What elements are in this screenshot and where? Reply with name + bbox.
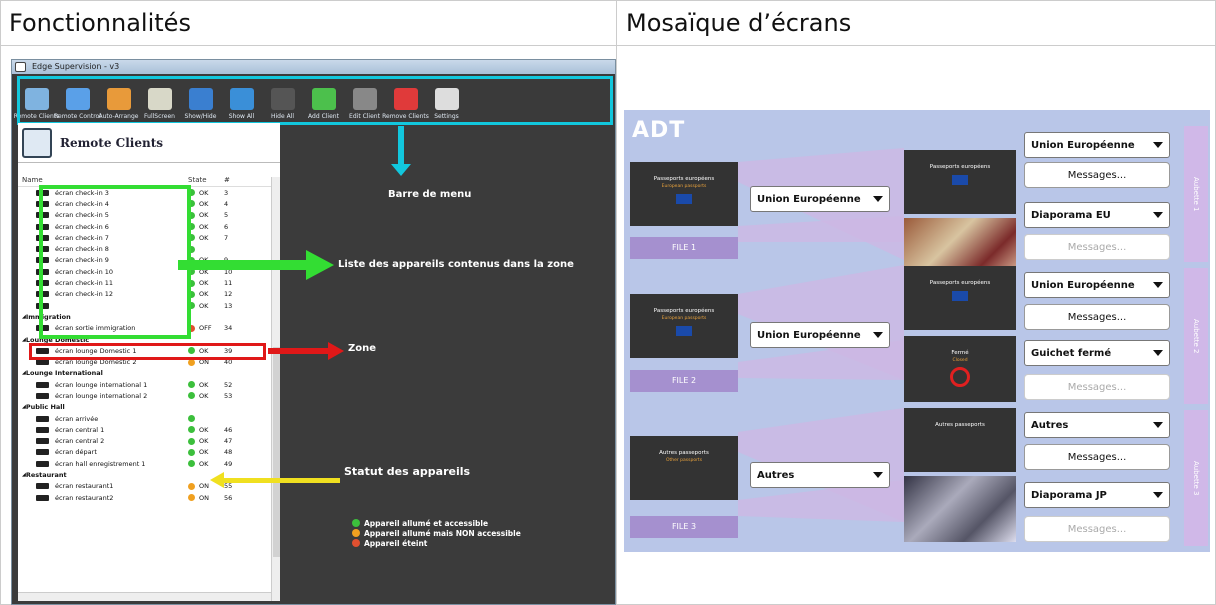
aubette-1-messages-button-top[interactable]: Messages...: [1024, 162, 1170, 188]
select-value: Autres: [1031, 419, 1069, 431]
file-1-select[interactable]: Union Européenne: [750, 186, 890, 212]
annotation-arrows: [178, 126, 411, 488]
legend-item: Appareil éteint: [352, 538, 521, 548]
thumb-title: Passeports européens: [929, 164, 991, 170]
file-3-thumbnail: Autres passeports Other passports: [630, 436, 738, 500]
chevron-down-icon: [1153, 350, 1163, 356]
status-dot-icon: [352, 539, 360, 547]
select-value: Diaporama EU: [1031, 209, 1111, 221]
header-mosaic: Mosaïque d’écrans: [617, 0, 1216, 46]
chevron-down-icon: [1153, 422, 1163, 428]
status-legend: Appareil allumé et accessible Appareil al…: [352, 518, 521, 548]
eu-flag-icon: [676, 194, 692, 204]
aubette-2-messages-button-top[interactable]: Messages...: [1024, 304, 1170, 330]
aubette-2-select-bottom[interactable]: Guichet fermé: [1024, 340, 1170, 366]
column-divider: [616, 0, 617, 605]
aubette-1-messages-button-bottom[interactable]: Messages...: [1024, 234, 1170, 260]
red-arrow: [268, 342, 344, 360]
aubette-3-messages-button-bottom[interactable]: Messages...: [1024, 516, 1170, 542]
chevron-down-icon: [873, 332, 883, 338]
header-features: Fonctionnalités: [0, 0, 616, 46]
annotation-menu: Barre de menu: [388, 189, 472, 200]
chevron-down-icon: [873, 472, 883, 478]
status-dot-icon: [352, 529, 360, 537]
chevron-down-icon: [1153, 212, 1163, 218]
annotation-list: Liste des appareils contenus dans la zon…: [338, 259, 574, 270]
thumb-subtitle: Other passports: [665, 458, 703, 463]
cyan-arrow: [391, 126, 411, 176]
aubette-1-select-top[interactable]: Union Européenne: [1024, 132, 1170, 158]
yellow-arrow: [210, 472, 340, 488]
edge-supervision-window: Edge Supervision - v3 Remote Clients Remo…: [11, 59, 616, 605]
aubette-3-top-screen: Autres passeports: [904, 408, 1016, 472]
status-dot-icon: [352, 519, 360, 527]
file-1-thumbnail: Passeports européens European passports: [630, 162, 738, 226]
thumb-subtitle: European passports: [661, 184, 707, 189]
select-value: Union Européenne: [1031, 139, 1135, 151]
mosaic-screens: ADT Passeports européens European passpor…: [624, 110, 1210, 552]
legend-text: Appareil allumé mais NON accessible: [364, 528, 521, 538]
chevron-down-icon: [873, 196, 883, 202]
legend-text: Appareil éteint: [364, 538, 428, 548]
legend-item: Appareil allumé et accessible: [352, 518, 521, 528]
thumb-title: Autres passeports: [935, 422, 985, 428]
aubette-2-band: Aubette 2: [1184, 268, 1208, 404]
select-value: Autres: [757, 469, 795, 481]
thumb-title: Autres passeports: [659, 450, 709, 456]
annotation-zone: Zone: [348, 343, 377, 354]
select-value: Union Européenne: [757, 193, 861, 205]
file-2-thumbnail: Passeports européens European passports: [630, 294, 738, 358]
aubette-2-messages-button-bottom[interactable]: Messages...: [1024, 374, 1170, 400]
green-arrow: [178, 250, 334, 280]
chevron-down-icon: [1153, 492, 1163, 498]
aubette-3-messages-button-top[interactable]: Messages...: [1024, 444, 1170, 470]
no-entry-icon: [950, 367, 970, 387]
aubette-2-select-top[interactable]: Union Européenne: [1024, 272, 1170, 298]
thumb-subtitle: European passports: [661, 316, 707, 321]
thumb-title: Passeports européens: [929, 280, 991, 286]
aubette-3-select-top[interactable]: Autres: [1024, 412, 1170, 438]
chevron-down-icon: [1153, 142, 1163, 148]
aubette-1-select-bottom[interactable]: Diaporama EU: [1024, 202, 1170, 228]
aubette-3-select-bottom[interactable]: Diaporama JP: [1024, 482, 1170, 508]
aubette-2-bottom-screen: Fermé Closed: [904, 336, 1016, 402]
eu-flag-icon: [676, 326, 692, 336]
file-2-select[interactable]: Union Européenne: [750, 322, 890, 348]
legend-item: Appareil allumé mais NON accessible: [352, 528, 521, 538]
select-value: Union Européenne: [757, 329, 861, 341]
thumb-title: Passeports européens: [653, 176, 715, 182]
aubette-1-band: Aubette 1: [1184, 126, 1208, 262]
thumb-subtitle: Closed: [952, 358, 968, 363]
eu-flag-icon: [952, 291, 968, 301]
thumb-title: Fermé: [951, 350, 969, 356]
select-value: Diaporama JP: [1031, 489, 1107, 501]
aubette-3-slideshow-image: [904, 476, 1016, 542]
select-value: Guichet fermé: [1031, 347, 1112, 359]
file-1-label: FILE 1: [630, 237, 738, 259]
file-3-select[interactable]: Autres: [750, 462, 890, 488]
annotation-status: Statut des appareils: [344, 465, 471, 478]
chevron-down-icon: [1153, 282, 1163, 288]
aubette-3-band: Aubette 3: [1184, 410, 1208, 546]
aubette-1-top-screen: Passeports européens: [904, 150, 1016, 214]
legend-text: Appareil allumé et accessible: [364, 518, 489, 528]
select-value: Union Européenne: [1031, 279, 1135, 291]
file-2-label: FILE 2: [630, 370, 738, 392]
aubette-2-top-screen: Passeports européens: [904, 266, 1016, 330]
thumb-title: Passeports européens: [653, 308, 715, 314]
eu-flag-icon: [952, 175, 968, 185]
file-3-label: FILE 3: [630, 516, 738, 538]
